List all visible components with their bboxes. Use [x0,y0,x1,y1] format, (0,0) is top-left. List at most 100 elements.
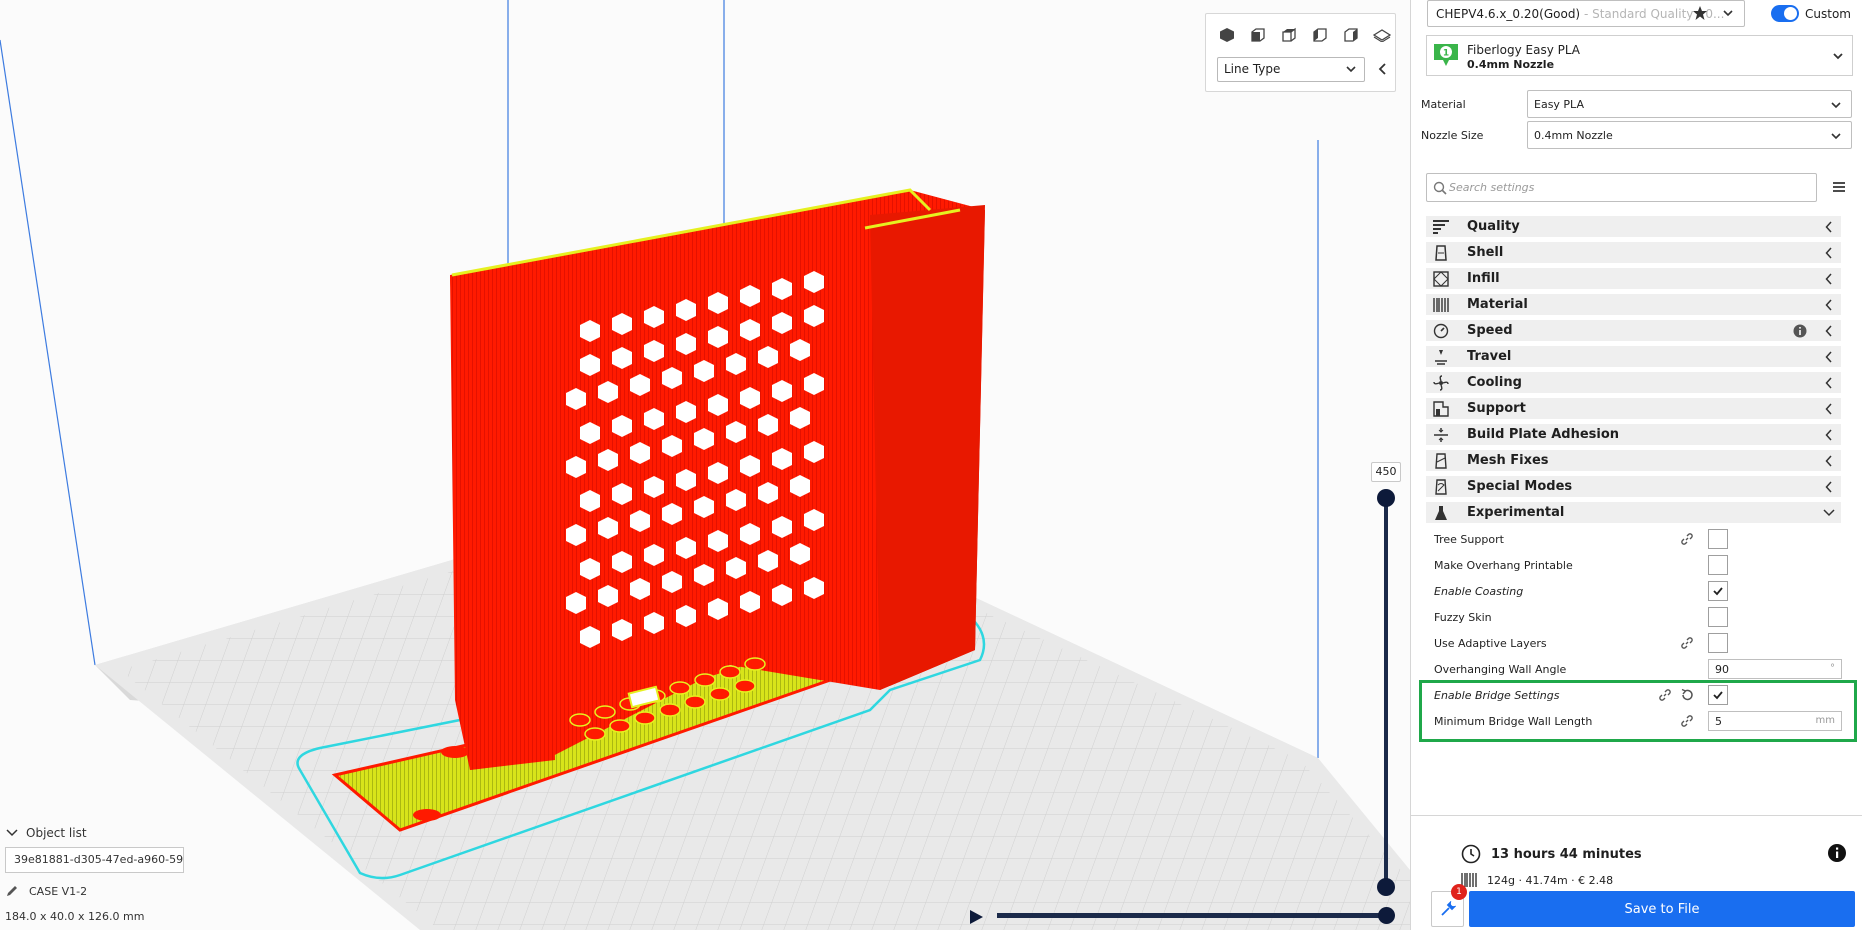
category-quality[interactable]: Quality [1426,216,1841,238]
setting-enable-coasting: Enable Coasting [1434,581,1842,603]
object-list-item[interactable]: 39e81881-d305-47ed-a960-59... [5,847,184,873]
profile-selector[interactable]: CHEPV4.6.x_0.20(Good) - Standard Quality… [1427,0,1745,27]
divider [1426,75,1853,76]
info-icon[interactable] [1827,843,1847,863]
quality-icon [1431,218,1451,236]
front-view-icon[interactable] [1247,24,1269,46]
path-slider-handle[interactable] [1378,907,1395,924]
category-label: Shell [1467,245,1504,260]
setting-fuzzy-skin: Fuzzy Skin [1434,607,1842,629]
play-simulation-button[interactable] [967,908,985,926]
search-settings-input[interactable]: Search settings [1426,173,1817,202]
category-material[interactable]: Material [1426,294,1841,316]
material-value: Easy PLA [1534,98,1584,111]
layer-slider-upper-handle[interactable] [1377,489,1395,507]
chevron-down-icon [1723,10,1733,17]
chevron-left-icon [1825,221,1832,233]
chevron-down-icon [1823,509,1835,517]
category-travel[interactable]: Travel [1426,346,1841,368]
setting-label: Make Overhang Printable [1434,559,1573,572]
toggle-switch[interactable] [1771,5,1799,22]
layer-number-input[interactable]: 450 [1371,462,1401,482]
chevron-down-icon [1831,102,1841,109]
setting-label: Tree Support [1434,533,1504,546]
category-label: Material [1467,297,1528,312]
speed-icon [1431,322,1451,340]
material-select[interactable]: Easy PLA [1527,90,1852,118]
layer-slider-lower-handle[interactable] [1377,878,1395,896]
notification-badge: 1 [1451,884,1467,900]
star-icon[interactable] [1692,5,1708,21]
make-overhang-printable-checkbox[interactable] [1708,555,1728,575]
settings-menu-icon[interactable] [1832,180,1846,194]
setting-tree-support: Tree Support [1434,529,1842,551]
category-label: Experimental [1467,505,1565,520]
category-support[interactable]: Support [1426,398,1841,420]
chevron-left-icon [1825,325,1832,337]
3d-viewport[interactable]: Line Type 450 Object list 39e81881-d305-… [0,0,1410,930]
info-icon[interactable] [1793,324,1807,338]
print-summary-footer: 13 hours 44 minutes 124g · 41.74m · € 2.… [1410,815,1862,930]
category-mesh-fixes[interactable]: Mesh Fixes [1426,450,1841,472]
category-label: Travel [1467,349,1512,364]
travel-icon [1431,348,1451,366]
save-to-file-button[interactable]: Save to File [1469,891,1855,927]
extruder-tab[interactable]: 1 Fiberlogy Easy PLA 0.4mm Nozzle [1426,35,1853,75]
use-adaptive-layers-checkbox[interactable] [1708,633,1728,653]
setting-label: Use Adaptive Layers [1434,637,1547,650]
line-type-select[interactable]: Line Type [1217,57,1365,82]
category-build-plate-adhesion[interactable]: Build Plate Adhesion [1426,424,1841,446]
enable-coasting-checkbox[interactable] [1708,581,1728,601]
collapse-toolbar-button[interactable] [1373,59,1391,79]
svg-text:1: 1 [1443,49,1449,59]
chevron-down-icon[interactable] [1832,50,1844,62]
top-view-icon[interactable] [1278,24,1300,46]
object-list-toggle[interactable]: Object list [6,826,87,840]
category-label: Quality [1467,219,1520,234]
fuzzy-skin-checkbox[interactable] [1708,607,1728,627]
category-special-modes[interactable]: Special Modes [1426,476,1841,498]
left-view-icon[interactable] [1309,24,1331,46]
overhanging-wall-angle-input[interactable]: 90 ° [1708,659,1842,679]
category-label: Special Modes [1467,479,1573,494]
setting-make-overhang-printable: Make Overhang Printable [1434,555,1842,577]
print-settings-panel: CHEPV4.6.x_0.20(Good) - Standard Quality… [1410,0,1862,815]
support-icon [1431,400,1451,418]
link-icon[interactable] [1680,636,1694,650]
3d-view-icon[interactable] [1216,24,1238,46]
setting-use-adaptive-layers: Use Adaptive Layers [1434,633,1842,655]
setting-label: Overhanging Wall Angle [1434,663,1567,676]
chevron-left-icon [1825,481,1832,493]
right-view-icon[interactable] [1340,24,1362,46]
nozzle-size-select[interactable]: 0.4mm Nozzle [1527,121,1852,149]
category-label: Mesh Fixes [1467,453,1549,468]
material-icon [1431,296,1451,314]
chevron-down-icon [1346,66,1356,73]
category-speed[interactable]: Speed [1426,320,1841,342]
object-name-row[interactable]: CASE V1-2 [5,884,87,898]
shell-icon [1431,244,1451,262]
xray-view-icon[interactable] [1371,24,1393,46]
path-slider-track[interactable] [997,913,1389,918]
profile-name: CHEPV4.6.x_0.20(Good) [1436,7,1581,21]
mesh-fixes-icon [1431,452,1451,470]
category-shell[interactable]: Shell [1426,242,1841,264]
print-stats-row: 124g · 41.74m · € 2.48 [1461,873,1613,887]
nozzle-size-value: 0.4mm Nozzle [1534,129,1613,142]
clock-icon [1461,844,1481,864]
layer-slider-track[interactable] [1384,497,1388,887]
tree-support-checkbox[interactable] [1708,529,1728,549]
category-label: Cooling [1467,375,1522,390]
play-icon [970,910,983,924]
print-time-row: 13 hours 44 minutes [1461,844,1642,864]
extruder-material: Fiberlogy Easy PLA [1467,43,1581,57]
chevron-left-icon [1825,403,1832,415]
category-cooling[interactable]: Cooling [1426,372,1841,394]
highlight-box [1419,680,1857,742]
special-modes-icon [1431,478,1451,496]
category-infill[interactable]: Infill [1426,268,1841,290]
link-icon[interactable] [1680,532,1694,546]
custom-mode-toggle[interactable]: Custom [1771,5,1851,22]
adhesion-icon [1431,426,1451,444]
category-experimental[interactable]: Experimental [1426,502,1841,524]
